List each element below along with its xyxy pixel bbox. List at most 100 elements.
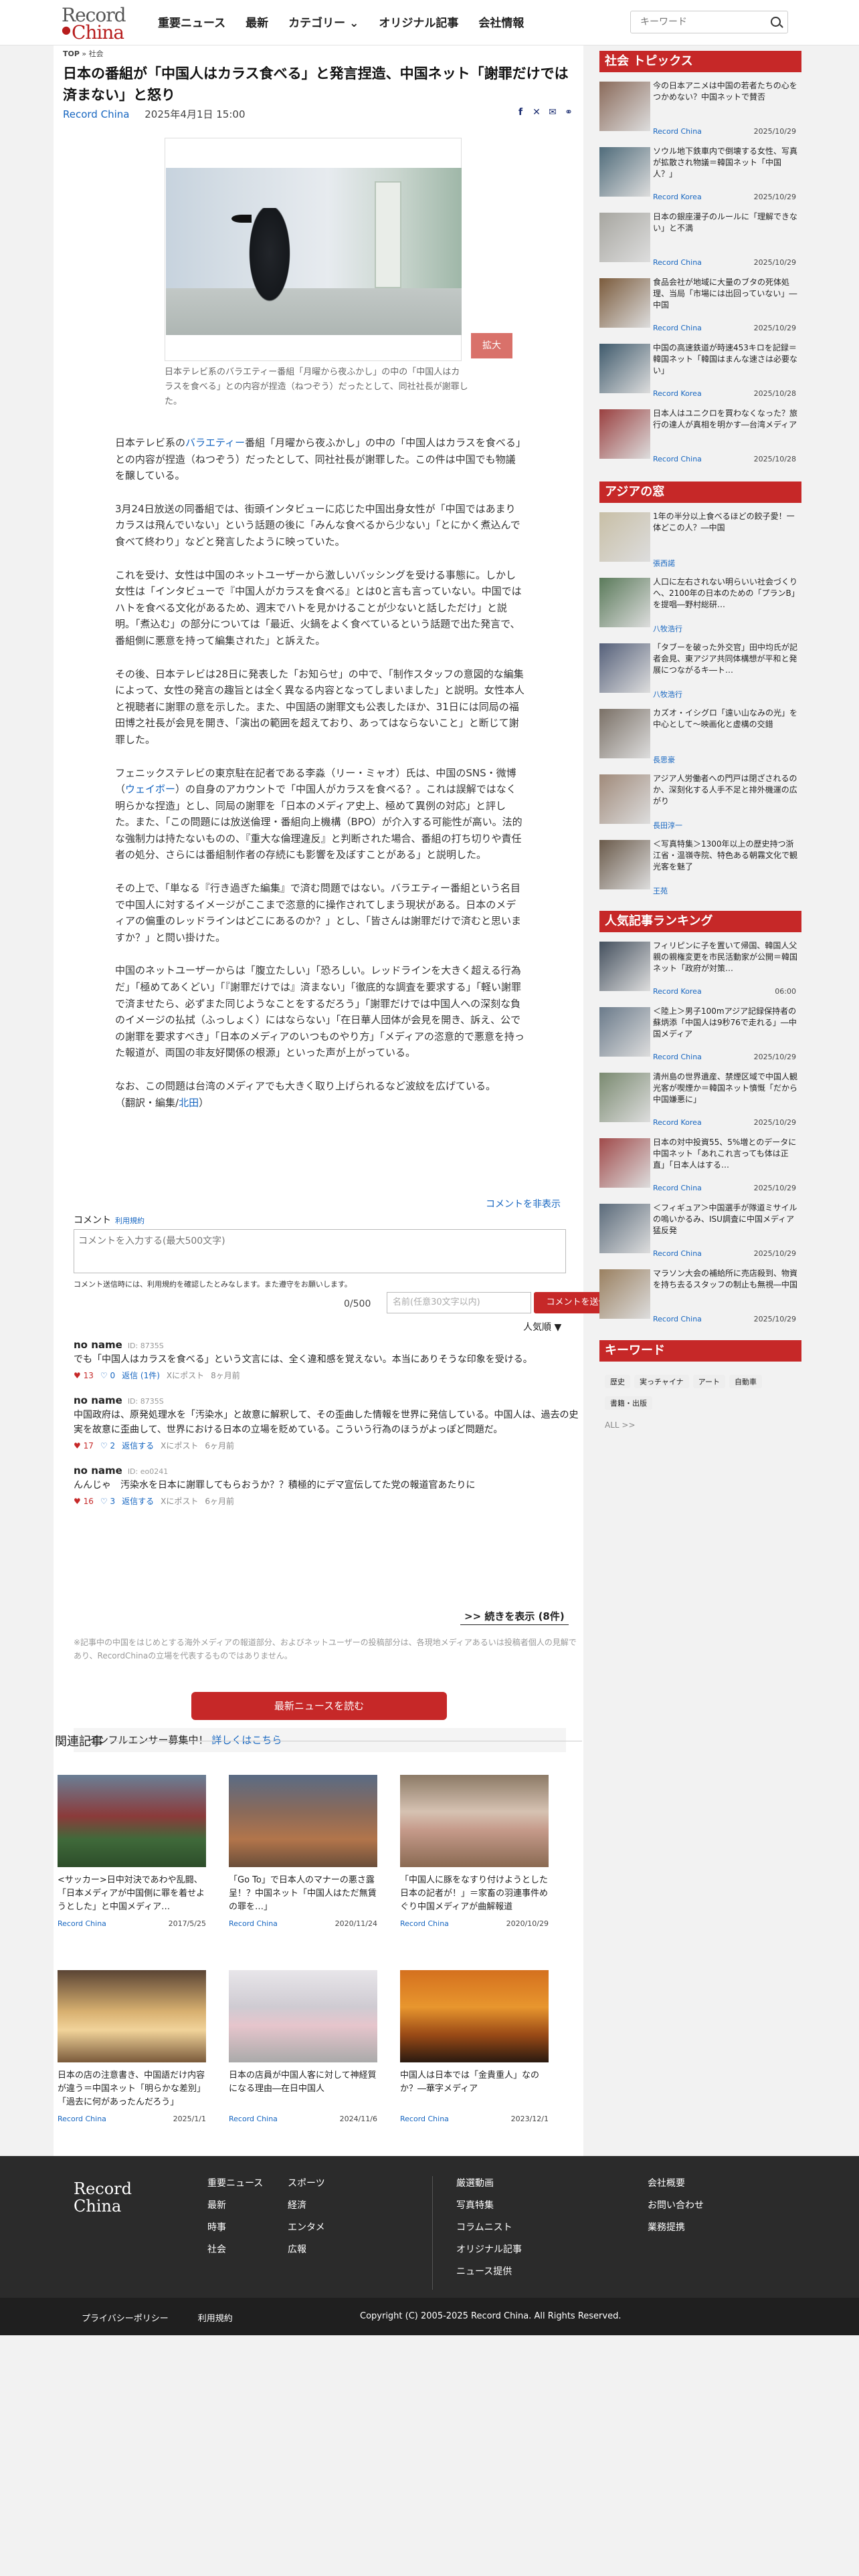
- sidebar-item-date: 2025/10/28: [753, 455, 796, 463]
- mail-icon[interactable]: ✉: [547, 107, 558, 118]
- comment-item: no name ID: 8735S でも「中国人はカラスを食べる」という文言には、…: [74, 1339, 582, 1381]
- article-paragraph: 日本テレビ系のバラエティー番組「月曜から夜ふかし」の中の「中国人はカラスを食べる…: [115, 437, 521, 482]
- show-more-comments-button[interactable]: >> 続きを表示 (8件): [460, 1608, 569, 1625]
- sidebar-item[interactable]: アジア人労働者への門戸は閉ざされるのか、深刻化する人手不足と排外機運の広がり 長田…: [599, 773, 801, 835]
- footer-link[interactable]: 業務提携: [648, 2220, 704, 2234]
- nav-company[interactable]: 会社情報: [478, 13, 524, 30]
- sidebar-item[interactable]: ＜陸上＞男子100mアジア記録保持者の蘇炳添「中国人は9秒76で走れる」―中国メ…: [599, 1006, 801, 1067]
- footer-link[interactable]: 社会: [207, 2242, 263, 2256]
- sidebar-item[interactable]: 日本の対中投資55、5%増とのデータに中国ネット「あれこれ言っても体は正直」「日…: [599, 1137, 801, 1198]
- footer-link[interactable]: エンタメ: [288, 2220, 325, 2234]
- like-button[interactable]: ♥ 17: [74, 1441, 94, 1451]
- related-card[interactable]: 中国人は日本では「金貴重人」なのか？―華字メディア Record China 202…: [396, 1966, 549, 2133]
- sort-dropdown[interactable]: 人気順 ▼: [523, 1320, 561, 1333]
- footer-link[interactable]: 重要ニュース: [207, 2176, 263, 2189]
- footer-link[interactable]: お問い合わせ: [648, 2198, 704, 2212]
- breadcrumb-current[interactable]: 社会: [89, 49, 104, 58]
- keyword-tag[interactable]: 実っチャイナ: [634, 1375, 689, 1388]
- related-card-title: 日本の店の注意書き、中国語だけ内容が違う＝中国ネット「明らかな差別」「過去に何が…: [58, 2070, 206, 2107]
- breadcrumb-home[interactable]: TOP: [63, 49, 80, 58]
- footer-link[interactable]: 時事: [207, 2220, 263, 2234]
- keyword-tag[interactable]: アート: [692, 1375, 726, 1388]
- reply-button[interactable]: 返信する: [122, 1440, 154, 1451]
- keyword-tag[interactable]: 歴史: [605, 1375, 630, 1388]
- hide-comments-button[interactable]: コメントを非表示: [486, 1197, 561, 1210]
- name-input[interactable]: 名前(任意30文字以内): [387, 1292, 531, 1313]
- sidebar-item[interactable]: マラソン大会の補給所に売店殺到、物資を持ち去るスタッフの制止も無視―中国 Reco…: [599, 1268, 801, 1329]
- article-source[interactable]: Record China: [63, 108, 129, 120]
- sidebar-item[interactable]: 今の日本アニメは中国の若者たちの心をつかめない？中国ネットで賛否 Record C…: [599, 80, 801, 142]
- sidebar-item[interactable]: 清州島の世界遺産、禁煙区域で中国人観光客が喫煙か＝韓国ネット憤慨「だから中国嫌悪…: [599, 1071, 801, 1133]
- like-button[interactable]: ♥ 16: [74, 1497, 94, 1506]
- footer-link[interactable]: 最新: [207, 2198, 263, 2212]
- sidebar-item-title: 「タブーを破った外交官」田中均氏が記者会見、東アジア共同体構想が平和と発展につな…: [653, 643, 798, 675]
- sidebar-item[interactable]: 食品会社が地域に大量のブタの死体処理、当局「市場には出回っていない」―中国 Rec…: [599, 277, 801, 338]
- footer-link[interactable]: コラムニスト: [456, 2220, 522, 2234]
- dislike-button[interactable]: ♡ 0: [100, 1371, 115, 1380]
- sidebar-item[interactable]: 人口に左右されない明らいい社会づくりへ、2100年の日本のための「プランB」を提…: [599, 576, 801, 638]
- post-x-button[interactable]: Xにポスト: [167, 1370, 204, 1381]
- sidebar-item[interactable]: ＜フィギュア＞中国選手が隊道ミサイルの嗚いかるみ、ISU調査に中国メディア猛反発…: [599, 1202, 801, 1264]
- footer-link[interactable]: ニュース提供: [456, 2264, 522, 2278]
- footer-link[interactable]: オリジナル記事: [456, 2242, 522, 2256]
- footer-link[interactable]: 経済: [288, 2198, 325, 2212]
- nav-original[interactable]: オリジナル記事: [379, 13, 458, 30]
- reply-button[interactable]: 返信 (1件): [122, 1370, 160, 1381]
- sidebar-item-date: 2025/10/29: [753, 1249, 796, 1258]
- footer-link[interactable]: 広報: [288, 2242, 325, 2256]
- facebook-icon[interactable]: f: [515, 107, 526, 118]
- privacy-link[interactable]: プライバシーポリシー: [82, 2314, 169, 2324]
- sidebar-item[interactable]: 中国の高速鉄道が時速453キロを記録＝韓国ネット「韓国はまんな速さは必要ない」 R…: [599, 342, 801, 404]
- article-photo[interactable]: [165, 138, 462, 361]
- article-inline-link[interactable]: ウェイボー: [125, 783, 175, 795]
- keyword-all-link[interactable]: ALL >>: [605, 1420, 801, 1430]
- nav-category[interactable]: カテゴリー ⌄: [288, 13, 359, 30]
- keyword-tag[interactable]: 書籍・出版: [605, 1396, 652, 1410]
- post-x-button[interactable]: Xにポスト: [161, 1440, 198, 1451]
- footer-link[interactable]: スポーツ: [288, 2176, 325, 2189]
- terms-footer-link[interactable]: 利用規約: [198, 2314, 233, 2324]
- link-icon[interactable]: ⚭: [563, 107, 574, 118]
- post-x-button[interactable]: Xにポスト: [161, 1495, 198, 1507]
- article-inline-link[interactable]: バラエティー: [185, 437, 245, 449]
- footer-link[interactable]: 写真特集: [456, 2198, 522, 2212]
- nav-latest[interactable]: 最新: [246, 13, 268, 30]
- sidebar-thumbnail: [599, 278, 650, 328]
- related-card[interactable]: 日本の店の注意書き、中国語だけ内容が違う＝中国ネット「明らかな差別」「過去に何が…: [54, 1966, 206, 2133]
- search-input[interactable]: [631, 11, 758, 33]
- nav-important-news[interactable]: 重要ニュース: [158, 13, 225, 30]
- x-icon[interactable]: ✕: [531, 107, 542, 118]
- site-logo[interactable]: Record ●China: [62, 4, 135, 43]
- sidebar-item[interactable]: 日本人はユニクロを買わなくなった？旅行の達人が真相を明かす―台湾メディア Reco…: [599, 408, 801, 469]
- footer-logo[interactable]: Record China: [74, 2180, 132, 2215]
- sidebar-item[interactable]: 日本の銀座漫子のルールに「理解できない」と不満 Record China 2025/…: [599, 211, 801, 273]
- sidebar-item[interactable]: フィリピンに子を置いて帰国、韓国人父親の親権変更を市民活動家が公開＝韓国ネット「…: [599, 940, 801, 1002]
- char-count: 0/500: [344, 1299, 371, 1309]
- dislike-button[interactable]: ♡ 3: [100, 1497, 115, 1506]
- related-card[interactable]: 「Go To」で日本人のマナーの悪さ露呈！？中国ネット「中国人はただ無賃の罪を……: [225, 1771, 377, 1938]
- comment-textarea[interactable]: [74, 1229, 566, 1273]
- sidebar-item[interactable]: ＜写真特集＞1300年以上の歴史持つ浙江省・温嶺寺院、特色ある朝霧文化で観光客を…: [599, 839, 801, 900]
- dislike-button[interactable]: ♡ 2: [100, 1441, 115, 1451]
- search-icon[interactable]: [771, 17, 781, 27]
- footer-link[interactable]: 会社概要: [648, 2176, 704, 2189]
- related-card-date: 2020/10/29: [506, 1919, 549, 1928]
- reply-button[interactable]: 返信する: [122, 1495, 154, 1507]
- like-button[interactable]: ♥ 13: [74, 1371, 94, 1380]
- editor-link[interactable]: 北田: [179, 1097, 199, 1109]
- sidebar-item[interactable]: 「タブーを破った外交官」田中均氏が記者会見、東アジア共同体構想が平和と発展につな…: [599, 642, 801, 704]
- related-card-date: 2023/12/1: [510, 2115, 549, 2123]
- related-card[interactable]: 日本の店員が中国人客に対して神経質になる理由―在日中国人 Record China…: [225, 1966, 377, 2133]
- keyword-tag[interactable]: 自動車: [729, 1375, 763, 1388]
- article-title: 日本の番組が「中国人はカラス食べる」と発言捏造、中国ネット「謝罪だけでは済まない…: [63, 66, 569, 103]
- latest-news-button[interactable]: 最新ニュースを読む: [191, 1692, 447, 1720]
- sidebar-item[interactable]: ソウル地下鉄車内で倒壊する女性、写真が拡散され物議＝韓国ネット「中国人？」 Rec…: [599, 146, 801, 207]
- sidebar-item[interactable]: 1年の半分以上食べるほどの餃子愛！一体どこの人？―中国 張西諾: [599, 511, 801, 572]
- terms-link[interactable]: 利用規約: [115, 1216, 145, 1225]
- footer-link[interactable]: 厳選動画: [456, 2176, 522, 2189]
- related-card[interactable]: 「中国人に豚をなすり付けようとした日本の記者が！」＝家畜の羽連事件めぐり中国メデ…: [396, 1771, 549, 1938]
- zoom-button[interactable]: 拡大: [471, 333, 512, 358]
- sidebar-thumbnail: [599, 643, 650, 693]
- sidebar-item[interactable]: カズオ・イシグロ「遠い山なみの光」を中心として～映画化と虚構の交錯 長思豪: [599, 708, 801, 769]
- related-card[interactable]: <サッカー>日中対決であわや乱闘、「日本メディアが中国側に罪を着せようとした」と…: [54, 1771, 206, 1938]
